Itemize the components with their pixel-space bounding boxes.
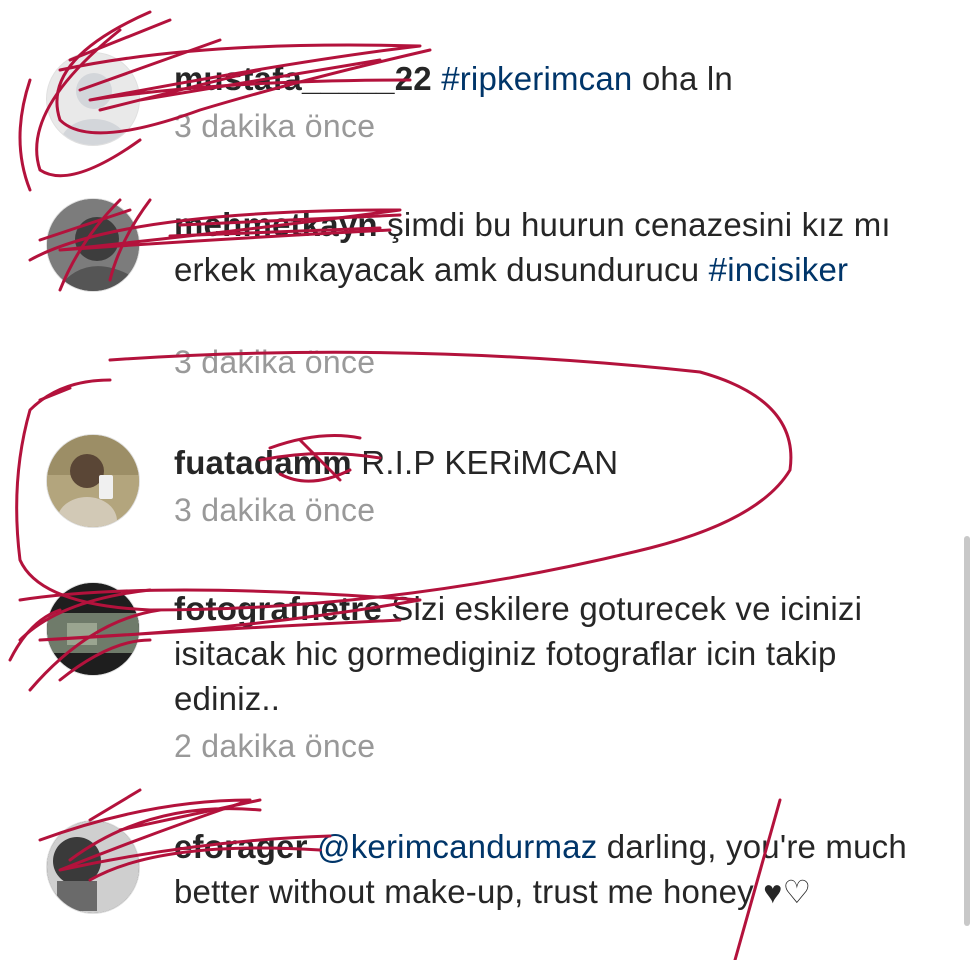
comment-timestamp: 3 dakika önce xyxy=(174,108,376,144)
hearts-emoji: ♥♡ xyxy=(763,874,812,910)
avatar[interactable] xyxy=(46,820,140,914)
comment-text: fotografnetre Sizi eskilere goturecek ve… xyxy=(174,586,934,721)
comment-username[interactable]: fotografnetre xyxy=(174,590,382,627)
avatar[interactable] xyxy=(46,582,140,676)
comment-username[interactable]: mehmetkayn xyxy=(174,206,378,243)
comment-timestamp: 3 dakika önce xyxy=(174,492,376,528)
hashtag-link[interactable]: #incisiker xyxy=(709,251,849,288)
avatar[interactable] xyxy=(46,52,140,146)
comment-text: mustafa_____22 #ripkerimcan oha ln xyxy=(174,56,934,101)
comment-text: mehmetkayn şimdi bu huurun cenazesini kı… xyxy=(174,202,934,292)
hashtag-link[interactable]: #ripkerimcan xyxy=(441,60,632,97)
comment-username[interactable]: mustafa_____22 xyxy=(174,60,432,97)
comment-username[interactable]: eforager xyxy=(174,828,308,865)
comment-timestamp: 2 dakika önce xyxy=(174,728,376,764)
scrollbar[interactable] xyxy=(964,536,970,926)
comment-username[interactable]: fuatadamm xyxy=(174,444,352,481)
comment-timestamp: 3 dakika önce xyxy=(174,344,376,380)
comment-body: oha ln xyxy=(632,60,733,97)
comment-body: R.I.P KERiMCAN xyxy=(351,444,619,481)
avatar[interactable] xyxy=(46,434,140,528)
avatar[interactable] xyxy=(46,198,140,292)
comment-text: fuatadamm R.I.P KERiMCAN xyxy=(174,440,934,485)
comment-text: eforager @kerimcandurmaz darling, you're… xyxy=(174,824,934,915)
mention-link[interactable]: @kerimcandurmaz xyxy=(317,828,597,865)
